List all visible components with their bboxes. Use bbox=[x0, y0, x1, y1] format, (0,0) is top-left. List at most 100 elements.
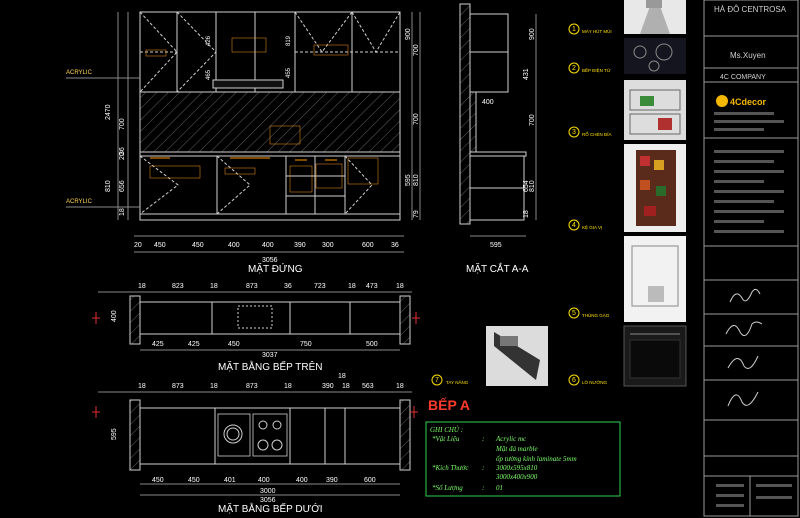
svg-text:465: 465 bbox=[206, 69, 212, 80]
elevation-title: MẶT ĐỨNG bbox=[248, 262, 303, 275]
plan-upper-title: MẶT BẰNG BẾP TRÊN bbox=[218, 360, 322, 373]
notes-box: GHI CHÚ : *Vật Liệu : Acrylic mc Mặt đá … bbox=[425, 421, 621, 497]
svg-text:7: 7 bbox=[435, 377, 439, 384]
svg-text:6: 6 bbox=[572, 377, 576, 384]
svg-text:18: 18 bbox=[523, 210, 530, 218]
svg-text:431: 431 bbox=[523, 68, 530, 80]
svg-text:5: 5 bbox=[572, 310, 576, 317]
client-name: Ms.Xuyen bbox=[730, 51, 766, 60]
svg-text:400: 400 bbox=[258, 477, 270, 484]
svg-text:400: 400 bbox=[262, 242, 274, 249]
catalog-label-2: BẾP ĐIỆN TỪ bbox=[582, 66, 611, 73]
drawing-title: BẾP A bbox=[428, 397, 470, 413]
svg-text:900: 900 bbox=[529, 28, 536, 40]
svg-text:873: 873 bbox=[172, 383, 184, 390]
svg-text:3000x595x810: 3000x595x810 bbox=[495, 464, 538, 472]
svg-text:300: 300 bbox=[322, 242, 334, 249]
svg-text:Mặt đá marble: Mặt đá marble bbox=[495, 445, 538, 453]
svg-text:723: 723 bbox=[314, 283, 326, 290]
svg-text:36: 36 bbox=[119, 147, 126, 155]
svg-text:400: 400 bbox=[482, 99, 494, 106]
svg-text:595: 595 bbox=[111, 428, 118, 440]
svg-text:18: 18 bbox=[396, 383, 404, 390]
catalog-column bbox=[486, 0, 687, 387]
svg-text:455: 455 bbox=[286, 67, 292, 78]
svg-text:3037: 3037 bbox=[262, 352, 278, 359]
svg-text:18: 18 bbox=[342, 383, 350, 390]
catalog-label-3: RỔ CHÉN ĐĨA bbox=[582, 131, 612, 137]
svg-text:810: 810 bbox=[529, 180, 536, 192]
svg-text:4Cdecor: 4Cdecor bbox=[730, 97, 767, 107]
material-label-top: ACRYLIC bbox=[66, 70, 93, 76]
plan-lower-title: MẶT BẰNG BẾP DƯỚI bbox=[218, 502, 323, 515]
svg-text:473: 473 bbox=[366, 283, 378, 290]
svg-text:900: 900 bbox=[405, 28, 412, 40]
section-title: MẶT CẮT A-A bbox=[466, 262, 529, 275]
svg-text:79: 79 bbox=[413, 210, 420, 218]
svg-text:425: 425 bbox=[152, 341, 164, 348]
svg-text:01: 01 bbox=[496, 484, 503, 492]
svg-text:700: 700 bbox=[413, 113, 420, 125]
svg-text:425: 425 bbox=[188, 341, 200, 348]
svg-text:3000: 3000 bbox=[260, 488, 276, 495]
svg-text:3056: 3056 bbox=[260, 497, 276, 504]
company-logo: 4Cdecor bbox=[714, 92, 792, 110]
svg-text:*Vật Liệu: *Vật Liệu bbox=[432, 435, 460, 443]
company-name: 4C COMPANY bbox=[720, 74, 766, 81]
plan-lower-dims: 18 18 873 18 873 18 390 18 563 18 595 45… bbox=[111, 373, 404, 515]
svg-text:4: 4 bbox=[572, 222, 576, 229]
svg-text:3: 3 bbox=[572, 129, 576, 136]
project-name: HÀ ĐÔ CENTROSA bbox=[714, 5, 787, 14]
svg-text:450: 450 bbox=[228, 341, 240, 348]
catalog-label-4: KỆ GIA VỊ bbox=[582, 223, 602, 230]
svg-text:*Kích Thước: *Kích Thước bbox=[432, 464, 469, 472]
svg-text:750: 750 bbox=[300, 341, 312, 348]
notes-heading: GHI CHÚ : bbox=[430, 426, 463, 434]
svg-text:18: 18 bbox=[119, 208, 126, 216]
section-view bbox=[459, 3, 537, 237]
svg-text:810: 810 bbox=[105, 180, 112, 192]
catalog-label-7: TAY NÂNG bbox=[446, 379, 469, 385]
svg-text:36: 36 bbox=[284, 283, 292, 290]
svg-text:450: 450 bbox=[154, 242, 166, 249]
svg-text:450: 450 bbox=[152, 477, 164, 484]
svg-text:390: 390 bbox=[322, 383, 334, 390]
svg-text:450: 450 bbox=[188, 477, 200, 484]
svg-text:390: 390 bbox=[326, 477, 338, 484]
svg-text:600: 600 bbox=[362, 242, 374, 249]
material-label-bottom: ACRYLIC bbox=[66, 199, 93, 205]
svg-text:819: 819 bbox=[286, 35, 292, 46]
catalog-label-1: MÁY HÚT MÙI bbox=[582, 28, 612, 34]
svg-text:654: 654 bbox=[523, 180, 530, 192]
svg-text:500: 500 bbox=[366, 341, 378, 348]
svg-text:Acrylic mc: Acrylic mc bbox=[495, 435, 527, 443]
plan-upper-dims: 18 823 18 873 36 723 18 473 18 400 425 4… bbox=[111, 283, 404, 373]
svg-text:3056: 3056 bbox=[262, 257, 278, 264]
svg-text:18: 18 bbox=[348, 283, 356, 290]
svg-text:3000x400x900: 3000x400x900 bbox=[495, 473, 538, 481]
svg-text:36: 36 bbox=[391, 242, 399, 249]
svg-text:656: 656 bbox=[119, 180, 126, 192]
catalog-num-1: 1 bbox=[572, 26, 576, 33]
svg-text::: : bbox=[482, 464, 484, 472]
svg-text:563: 563 bbox=[362, 383, 374, 390]
svg-text:*Số Lượng: *Số Lượng bbox=[432, 484, 463, 492]
title-block-text: HÀ ĐÔ CENTROSA Ms.Xuyen 4C COMPANY bbox=[714, 5, 787, 81]
svg-text:390: 390 bbox=[294, 242, 306, 249]
svg-text:810: 810 bbox=[413, 174, 420, 186]
svg-text:400: 400 bbox=[111, 310, 118, 322]
svg-text:18: 18 bbox=[396, 283, 404, 290]
svg-text:20: 20 bbox=[134, 242, 142, 249]
svg-text:595: 595 bbox=[490, 242, 502, 249]
svg-text:18: 18 bbox=[338, 373, 346, 380]
svg-text:426: 426 bbox=[206, 35, 212, 46]
drawing-canvas: ACRYLIC ACRYLIC 2470 700 20 36 810 656 1… bbox=[66, 0, 799, 517]
catalog-label-5: THÙNG GẠO bbox=[582, 312, 610, 318]
svg-text:823: 823 bbox=[172, 283, 184, 290]
svg-text:2: 2 bbox=[572, 65, 576, 72]
svg-text:595: 595 bbox=[405, 174, 412, 186]
svg-text:18: 18 bbox=[284, 383, 292, 390]
svg-text:873: 873 bbox=[246, 383, 258, 390]
svg-text:700: 700 bbox=[529, 114, 536, 126]
svg-text:18: 18 bbox=[138, 383, 146, 390]
